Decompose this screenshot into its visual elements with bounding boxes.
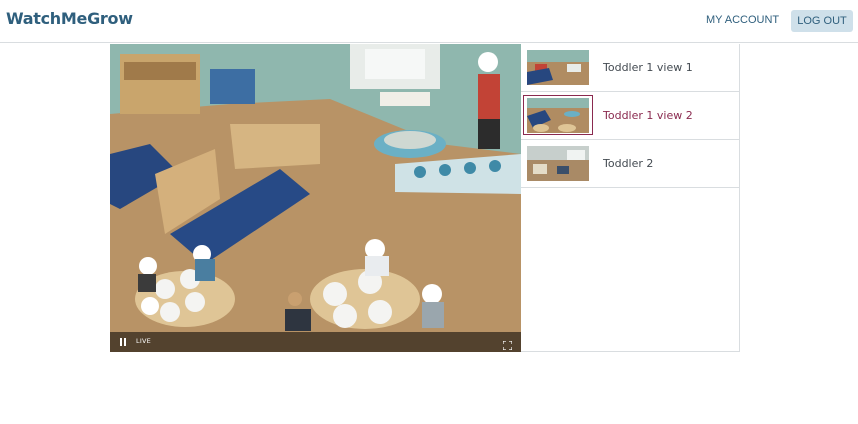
- camera-label: Toddler 1 view 2: [603, 109, 693, 122]
- top-header: WatchMeGrow MY ACCOUNT LOG OUT: [0, 0, 858, 43]
- live-status-label: LIVE: [136, 337, 151, 345]
- camera-thumbnail: [527, 98, 589, 133]
- classroom-video-feed: [110, 44, 521, 352]
- camera-item-toddler-1-view-1[interactable]: Toddler 1 view 1: [521, 44, 739, 92]
- camera-item-toddler-2[interactable]: Toddler 2: [521, 140, 739, 188]
- my-account-link[interactable]: MY ACCOUNT: [706, 14, 779, 26]
- camera-item-toddler-1-view-2[interactable]: Toddler 1 view 2: [521, 92, 739, 140]
- player-controls: LIVE: [110, 332, 521, 352]
- camera-thumbnail: [527, 50, 589, 85]
- video-player[interactable]: LIVE: [110, 44, 521, 352]
- brand-logo[interactable]: WatchMeGrow: [6, 9, 133, 28]
- camera-thumbnail: [527, 146, 589, 181]
- fullscreen-icon[interactable]: [502, 337, 513, 351]
- camera-label: Toddler 2: [603, 157, 654, 170]
- camera-list: Toddler 1 view 1 Toddler 1 view 2 Toddle…: [521, 44, 740, 352]
- logout-button[interactable]: LOG OUT: [791, 10, 853, 32]
- camera-label: Toddler 1 view 1: [603, 61, 693, 74]
- pause-icon[interactable]: [120, 338, 127, 346]
